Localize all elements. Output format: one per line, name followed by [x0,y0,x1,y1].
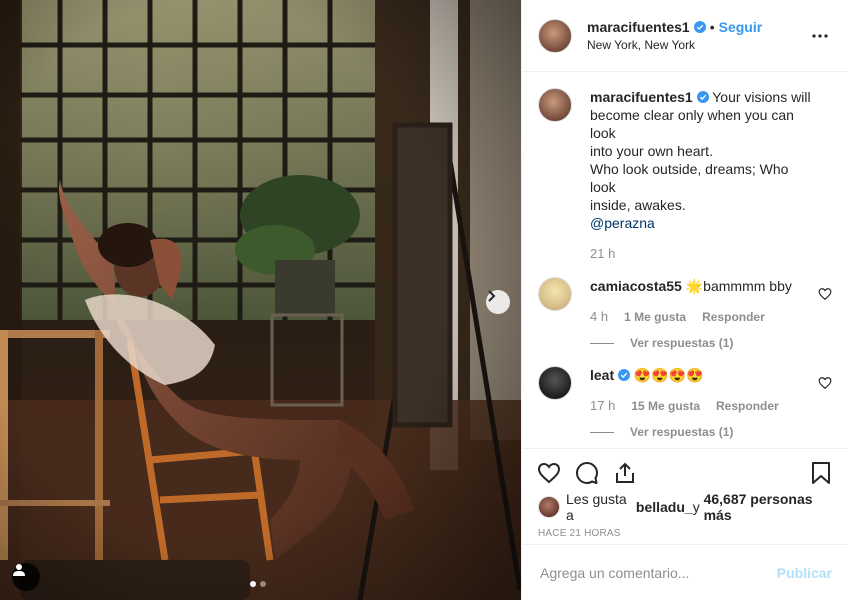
caption-text: maracifuentes1 Your visions will become … [590,88,812,232]
view-replies-label: Ver respuestas (1) [630,336,734,350]
comment-like-heart-icon[interactable] [818,376,832,390]
post-viewer: maracifuentes1 • Seguir New York, New Yo… [0,0,848,600]
likes-user[interactable]: belladu_ [636,499,693,515]
caption-line-5: inside, awakes. [590,197,686,213]
comment-icon [576,461,598,484]
caption-time: 21 h [590,246,616,261]
comment-item: camiacosta55 🌟bammmm bby 4 h 1 Me gusta … [538,277,832,350]
caption-username[interactable]: maracifuentes1 [590,89,693,105]
caption-line-3: into your own heart. [590,143,713,159]
reply-button[interactable]: Responder [716,399,779,413]
photo-scene [0,0,521,600]
caption-line-4: Who look outside, dreams; Who look [590,161,789,195]
likes-summary: Les gusta a belladu_ y 46,687 personas m… [522,491,848,523]
user-icon [13,564,25,576]
replies-divider [590,342,614,344]
more-options-button[interactable] [808,24,832,48]
caption: maracifuentes1 Your visions will become … [538,88,832,261]
comment-time: 4 h [590,309,609,324]
bookmark-icon [812,461,830,484]
comment-button[interactable] [572,458,602,488]
more-horizontal-icon [812,33,828,38]
caption-mention[interactable]: @perazna [590,215,655,231]
replies-divider [590,431,614,433]
avatar[interactable] [538,18,572,53]
reply-button[interactable]: Responder [702,310,765,324]
avatar[interactable] [538,88,572,122]
post-actions [522,448,848,496]
comment-username[interactable]: leat [590,367,614,383]
comment-like-heart-icon[interactable] [818,287,832,301]
carousel-dot-2 [260,581,266,587]
location-link[interactable]: New York, New York [587,38,808,52]
share-button[interactable] [610,458,640,488]
comment-time: 17 h [590,398,616,413]
caption-line-2: become clear only when you can look [590,107,794,141]
add-comment-bar: Publicar [522,544,848,600]
post-photo[interactable] [0,0,521,600]
avatar[interactable] [538,366,572,400]
share-icon [616,462,634,483]
verified-badge-icon [618,369,631,381]
save-button[interactable] [806,458,836,488]
caption-line-1: Your visions will [712,89,811,105]
comments-list[interactable]: maracifuentes1 Your visions will become … [522,72,848,448]
comment-body: bammmm bby [703,278,792,294]
verified-badge-icon [693,21,706,33]
view-replies-label: Ver respuestas (1) [630,425,734,439]
post-time: HACE 21 HORAS [538,528,621,539]
like-button[interactable] [534,458,564,488]
comment-text: leat 😍😍😍😍 [590,366,812,384]
comment-text: camiacosta55 🌟bammmm bby [590,277,812,295]
comment-item: leat 😍😍😍😍 17 h 15 Me gusta Responder Ver… [538,366,832,439]
avatar[interactable] [538,277,572,311]
carousel-next-button[interactable] [486,290,510,314]
comment-emoji: 🌟 [685,278,704,294]
comment-username[interactable]: camiacosta55 [590,278,682,294]
heart-icon [537,462,561,483]
post-sidebar: maracifuentes1 • Seguir New York, New Yo… [521,0,848,600]
likes-middle: y [692,499,700,515]
comment-likes[interactable]: 1 Me gusta [624,310,686,324]
publish-button[interactable]: Publicar [777,565,832,581]
chevron-right-icon [488,290,496,302]
carousel-dot-1 [250,581,256,587]
avatar [538,496,560,518]
post-header: maracifuentes1 • Seguir New York, New Yo… [522,0,848,72]
follow-button[interactable]: Seguir [719,19,763,35]
header-separator: • [709,19,715,35]
view-replies-button[interactable]: Ver respuestas (1) [590,336,812,350]
view-replies-button[interactable]: Ver respuestas (1) [590,425,812,439]
header-username[interactable]: maracifuentes1 [587,19,690,35]
carousel-indicator [250,581,266,587]
header-info: maracifuentes1 • Seguir New York, New Yo… [587,19,808,52]
user-tags-button[interactable] [12,563,40,591]
comment-input[interactable] [538,563,777,582]
comment-likes[interactable]: 15 Me gusta [631,399,700,413]
comment-emoji: 😍😍😍😍 [633,367,704,383]
verified-badge-icon [696,91,709,103]
